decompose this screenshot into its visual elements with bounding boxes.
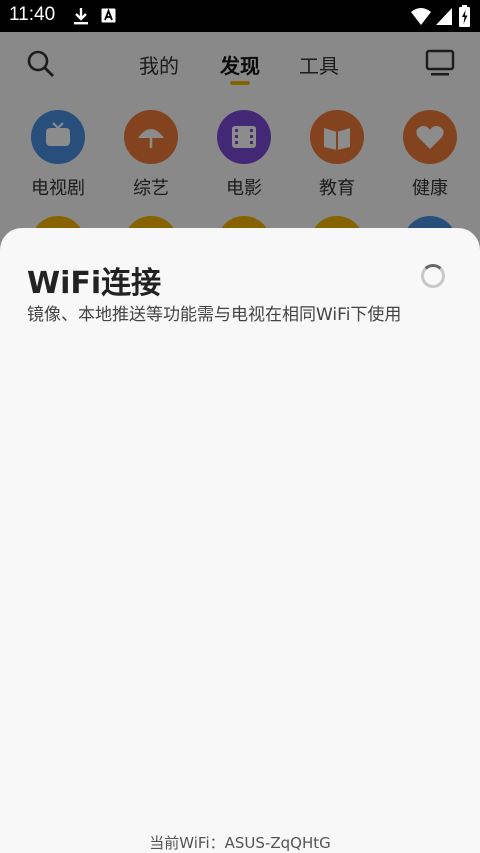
loading-spinner-icon bbox=[421, 264, 445, 288]
download-icon bbox=[74, 8, 88, 25]
signal-icon bbox=[436, 8, 452, 25]
sheet-description: 镜像、本地推送等功能需与电视在相同WiFi下使用 bbox=[27, 305, 402, 325]
a-notification-icon bbox=[101, 8, 116, 23]
sheet-title: WiFi连接 bbox=[27, 266, 162, 301]
current-wifi-label: 当前WiFi：ASUS-ZqQHtG bbox=[149, 834, 331, 852]
wifi-connect-sheet: WiFi连接 镜像、本地推送等功能需与电视在相同WiFi下使用 当前WiFi：A… bbox=[0, 228, 480, 853]
battery-charging-icon bbox=[459, 5, 470, 27]
status-time: 11:40 bbox=[9, 4, 56, 25]
wifi-icon bbox=[411, 8, 431, 25]
status-bar: 11:40 bbox=[0, 0, 480, 32]
